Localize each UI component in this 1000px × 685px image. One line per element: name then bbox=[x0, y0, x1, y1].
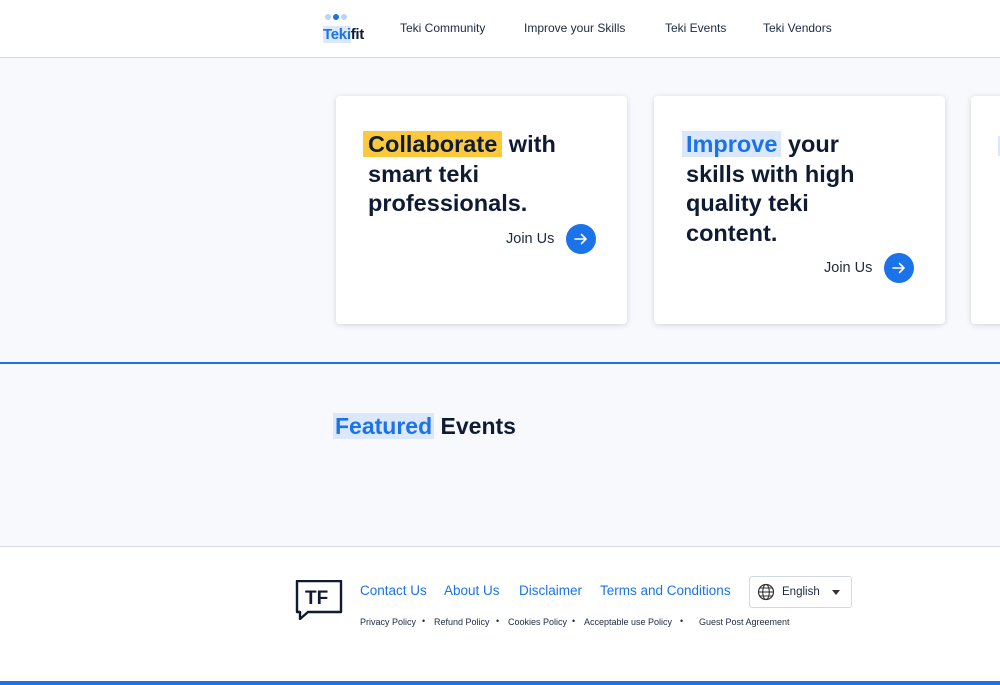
nav-teki-vendors[interactable]: Teki Vendors bbox=[763, 21, 832, 35]
arrow-right-icon[interactable] bbox=[566, 224, 597, 254]
globe-icon bbox=[757, 583, 775, 601]
card-collaborate: Collaborate with smart teki professional… bbox=[336, 96, 627, 324]
bullet-separator: • bbox=[496, 616, 500, 626]
bullet-separator: • bbox=[572, 616, 576, 626]
language-selector[interactable]: English bbox=[749, 576, 852, 608]
logo-wordmark: Tekifit bbox=[323, 26, 364, 43]
top-header: Tekifit Teki Community Improve your Skil… bbox=[0, 0, 1000, 58]
card-partial bbox=[971, 96, 1000, 324]
join-us-button[interactable]: Join Us bbox=[824, 253, 915, 283]
policy-link-cookies[interactable]: Cookies Policy bbox=[508, 617, 567, 627]
footer-link-contact[interactable]: Contact Us bbox=[360, 583, 427, 598]
featured-section bbox=[0, 364, 1000, 526]
arrow-right-icon[interactable] bbox=[884, 253, 915, 283]
card-improve: Improve your skills with high quality te… bbox=[654, 96, 945, 324]
card-title: Collaborate with smart teki professional… bbox=[363, 130, 556, 219]
card-title: Improve your skills with high quality te… bbox=[682, 130, 854, 248]
policy-link-guest-post[interactable]: Guest Post Agreement bbox=[699, 617, 790, 627]
footer bbox=[0, 546, 1000, 685]
join-us-label: Join Us bbox=[506, 231, 555, 247]
policy-link-privacy[interactable]: Privacy Policy bbox=[360, 617, 416, 627]
nav-improve-skills[interactable]: Improve your Skills bbox=[524, 21, 625, 35]
footer-link-about[interactable]: About Us bbox=[444, 583, 500, 598]
bullet-separator: • bbox=[422, 616, 426, 626]
footer-link-terms[interactable]: Terms and Conditions bbox=[600, 583, 731, 598]
join-us-button[interactable]: Join Us bbox=[506, 224, 597, 254]
tf-logo-icon[interactable]: TF bbox=[295, 579, 343, 621]
policy-link-refund[interactable]: Refund Policy bbox=[434, 617, 490, 627]
policy-link-acceptable-use[interactable]: Acceptable use Policy bbox=[584, 617, 672, 627]
caret-down-icon bbox=[832, 590, 840, 595]
nav-teki-community[interactable]: Teki Community bbox=[400, 21, 485, 35]
card-title-highlight: Collaborate bbox=[363, 131, 503, 157]
card-title-highlight: Improve bbox=[682, 131, 782, 157]
join-us-label: Join Us bbox=[824, 260, 873, 276]
tekifit-logo[interactable]: Tekifit bbox=[323, 14, 373, 44]
featured-events-heading: Featured Events bbox=[333, 413, 516, 439]
language-label: English bbox=[782, 586, 820, 598]
bullet-separator: • bbox=[680, 616, 684, 626]
svg-text:TF: TF bbox=[305, 588, 328, 609]
nav-teki-events[interactable]: Teki Events bbox=[665, 21, 726, 35]
logo-dots-icon bbox=[325, 14, 347, 20]
footer-accent-bar bbox=[0, 681, 1000, 685]
footer-link-disclaimer[interactable]: Disclaimer bbox=[519, 583, 582, 598]
